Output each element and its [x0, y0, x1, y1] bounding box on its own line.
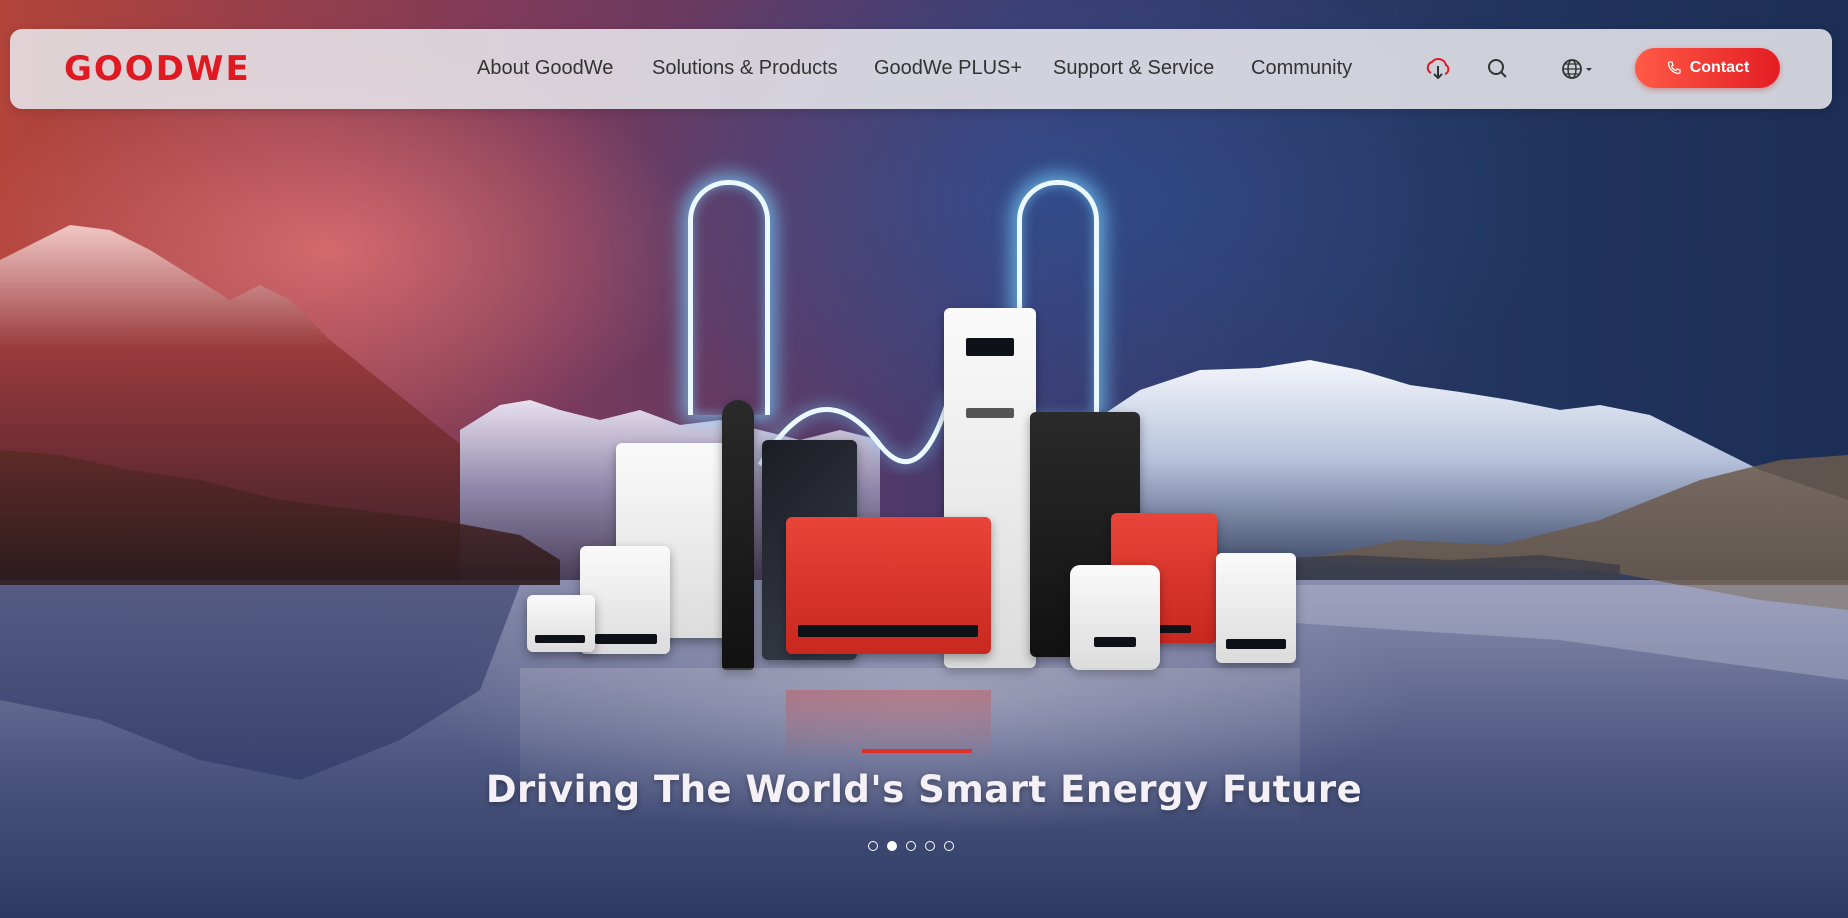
- contact-button-label: Contact: [1689, 59, 1750, 76]
- inverter-white-right: [1216, 553, 1296, 663]
- inverter-red-large: [786, 517, 991, 654]
- nav-solutions-products[interactable]: Solutions & Products: [652, 57, 838, 80]
- nav-goodwe-plus[interactable]: GoodWe PLUS+: [874, 57, 1022, 80]
- carousel-pagination: [868, 841, 954, 857]
- ev-charger: [722, 400, 754, 670]
- nav-support-service[interactable]: Support & Service: [1053, 57, 1214, 80]
- inverter-white-center: [1070, 565, 1160, 670]
- contact-button[interactable]: Contact: [1635, 48, 1780, 88]
- headline-accent-bar: [862, 749, 972, 753]
- search-icon[interactable]: [1483, 54, 1513, 84]
- nav-about-goodwe[interactable]: About GoodWe: [477, 57, 613, 80]
- site-header: GOODWE About GoodWe Solutions & Products…: [10, 29, 1832, 109]
- carousel-dot-3[interactable]: [906, 841, 916, 851]
- cloud-download-icon[interactable]: [1423, 54, 1453, 84]
- hero-headline: Driving The World's Smart Energy Future: [485, 768, 1363, 811]
- carousel-dot-5[interactable]: [944, 841, 954, 851]
- hero-banner: Driving The World's Smart Energy Future: [0, 0, 1848, 918]
- carousel-dot-1[interactable]: [868, 841, 878, 851]
- nav-community[interactable]: Community: [1251, 57, 1352, 80]
- carousel-dot-2[interactable]: [887, 841, 897, 851]
- globe-icon[interactable]: [1558, 54, 1598, 84]
- carousel-dot-4[interactable]: [925, 841, 935, 851]
- phone-icon: [1667, 61, 1681, 75]
- inverter-white-small: [527, 595, 595, 652]
- goodwe-logo[interactable]: GOODWE: [64, 49, 251, 89]
